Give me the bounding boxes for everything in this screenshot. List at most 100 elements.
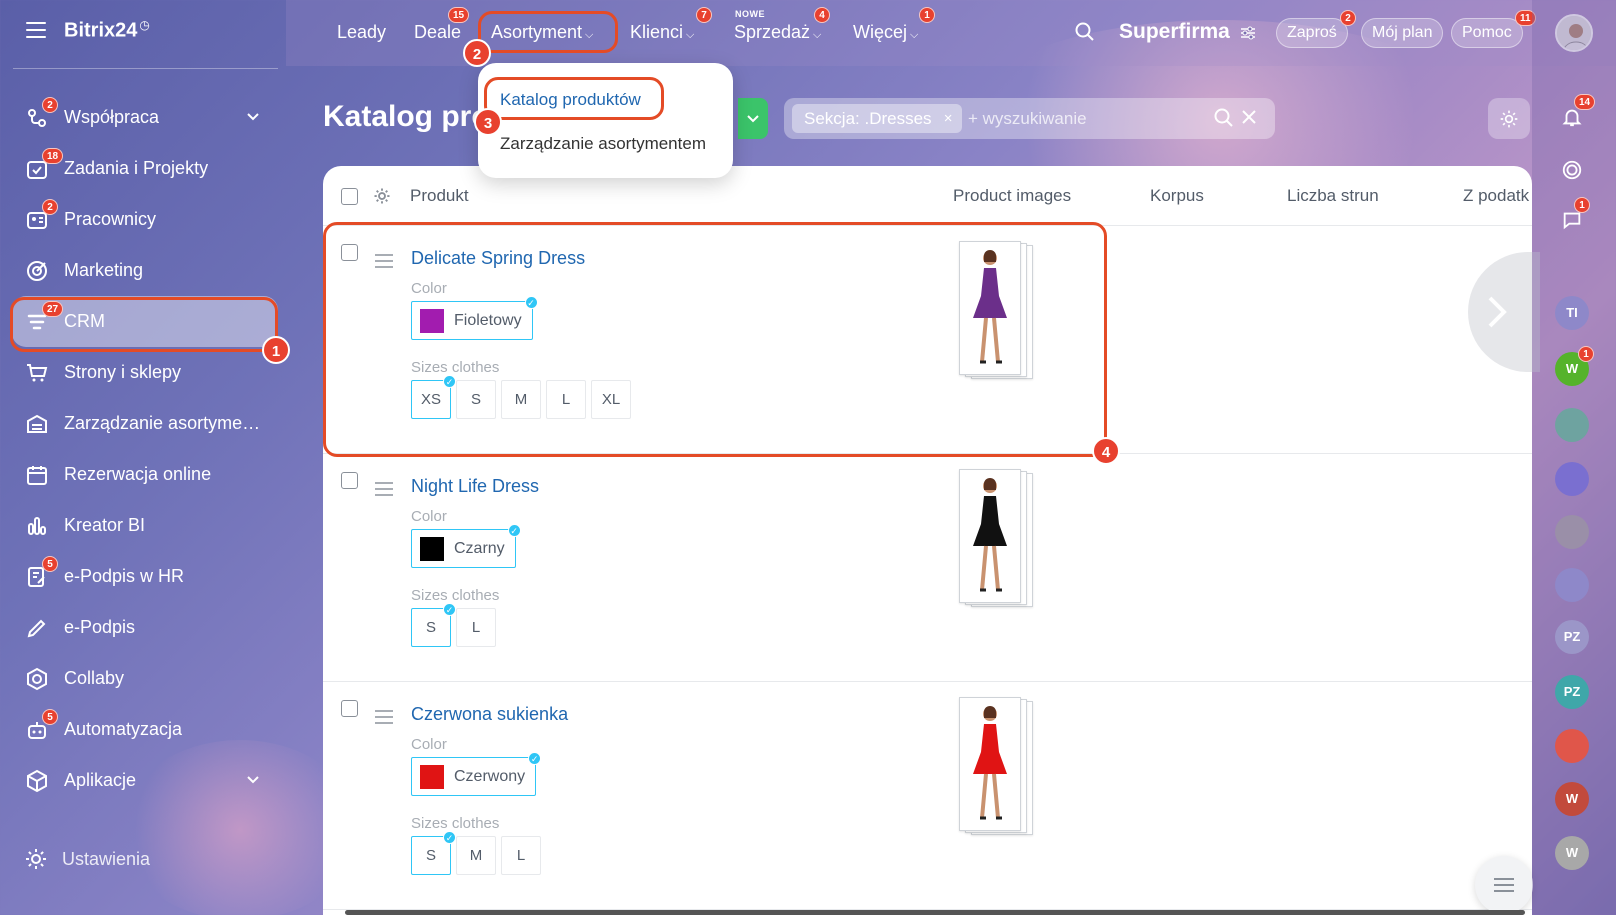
- search-icon[interactable]: [1214, 108, 1234, 133]
- my-plan-button[interactable]: Mój plan: [1361, 18, 1444, 48]
- activity-stream-icon[interactable]: [1555, 153, 1589, 187]
- row-checkbox[interactable]: [341, 244, 358, 261]
- invite-button[interactable]: Zaproś: [1276, 18, 1348, 48]
- chevron-down-icon[interactable]: [246, 773, 260, 792]
- column-header-body[interactable]: Korpus: [1150, 186, 1204, 206]
- sidebar-item-pracownicy[interactable]: Pracownicy 2: [12, 194, 278, 245]
- sidebar-item-rezerwacja-online[interactable]: Rezerwacja online: [12, 449, 278, 500]
- search-input[interactable]: [968, 104, 1198, 133]
- chat-avatar[interactable]: [1555, 462, 1589, 496]
- nav-tab-więcej[interactable]: Więcej ⌵: [853, 22, 918, 43]
- chat-avatar[interactable]: TI: [1555, 296, 1589, 330]
- sidebar-item-e-podpis-w-hr[interactable]: e-Podpis w HR 5: [12, 551, 278, 602]
- chat-avatar[interactable]: W: [1555, 782, 1589, 816]
- sidebar-item-zadania-i-projekty[interactable]: Zadania i Projekty 18: [12, 143, 278, 194]
- chat-avatar[interactable]: [1555, 568, 1589, 602]
- rail-badge: 1: [1574, 197, 1590, 213]
- sizes-label: Sizes clothes: [411, 359, 500, 376]
- add-dropdown-button[interactable]: [738, 98, 768, 139]
- chat-avatar[interactable]: [1555, 729, 1589, 763]
- sidebar-item-e-podpis[interactable]: e-Podpis: [12, 602, 278, 653]
- filter-chip-section[interactable]: Sekcja: .Dresses ×: [792, 104, 962, 133]
- app-logo[interactable]: Bitrix24 ◷: [64, 18, 150, 43]
- size-chip[interactable]: S ✓: [411, 831, 456, 875]
- product-image[interactable]: [957, 469, 1037, 609]
- product-image[interactable]: [957, 241, 1037, 381]
- sidebar-item-współpraca[interactable]: Współpraca 2: [12, 92, 278, 143]
- product-image[interactable]: [957, 697, 1037, 837]
- menu-item-product-catalog[interactable]: Katalog produktów: [500, 90, 641, 110]
- clear-icon[interactable]: [1240, 108, 1258, 131]
- drag-handle-icon[interactable]: [375, 710, 393, 724]
- list-menu-button[interactable]: [1475, 856, 1533, 914]
- right-rail: [1532, 0, 1616, 915]
- cart-icon: [24, 360, 50, 386]
- column-header-strings[interactable]: Liczba strun: [1287, 186, 1379, 206]
- chat-avatar[interactable]: W: [1555, 836, 1589, 870]
- size-chip[interactable]: L: [546, 380, 586, 419]
- nav-tab-klienci[interactable]: Klienci ⌵: [630, 22, 694, 43]
- size-chip[interactable]: XS ✓: [411, 375, 456, 419]
- company-settings-icon[interactable]: [1240, 26, 1256, 45]
- sidebar-item-badge: 27: [42, 301, 64, 317]
- chat-avatar[interactable]: [1555, 515, 1589, 549]
- size-chip[interactable]: S ✓: [411, 603, 456, 647]
- sidebar-item-automatyzacja[interactable]: Automatyzacja 5: [12, 704, 278, 755]
- table-row[interactable]: Night Life Dress Color Czarny ✓ Sizes clothe…: [323, 454, 1532, 682]
- check-icon: ✓: [443, 831, 456, 844]
- sidebar-item-settings[interactable]: Ustawienia: [24, 847, 150, 871]
- company-name[interactable]: Superfirma: [1119, 20, 1230, 44]
- size-chip[interactable]: L: [456, 608, 496, 647]
- grid-settings-button[interactable]: [1488, 98, 1530, 139]
- sidebar-item-aplikacje[interactable]: Aplikacje: [12, 755, 278, 806]
- product-name-link[interactable]: Night Life Dress: [411, 476, 539, 497]
- chat-avatar[interactable]: PZ: [1555, 620, 1589, 654]
- sidebar-item-marketing[interactable]: Marketing: [12, 245, 278, 296]
- sidebar-item-crm[interactable]: CRM 27: [12, 296, 278, 347]
- row-checkbox[interactable]: [341, 700, 358, 717]
- size-chip[interactable]: L: [501, 836, 541, 875]
- sidebar-item-label: Zarządzanie asortymen...: [64, 413, 264, 433]
- column-header-product[interactable]: Produkt: [410, 186, 469, 206]
- drag-handle-icon[interactable]: [375, 482, 393, 496]
- sidebar-divider: [13, 68, 278, 69]
- row-checkbox[interactable]: [341, 472, 358, 489]
- column-header-tax[interactable]: Z podatk: [1463, 186, 1529, 206]
- size-chip[interactable]: M: [501, 380, 541, 419]
- help-button[interactable]: Pomoc: [1451, 18, 1523, 48]
- sidebar-item-zarządzanie-asortymen[interactable]: Zarządzanie asortymen...: [12, 398, 278, 449]
- color-chip[interactable]: Czerwony ✓: [411, 752, 542, 796]
- menu-item-inventory-management[interactable]: Zarządzanie asortymentem: [500, 134, 706, 154]
- nav-tab-sprzedaż[interactable]: Sprzedaż ⌵: [734, 22, 821, 43]
- chat-avatar[interactable]: [1555, 408, 1589, 442]
- product-name-link[interactable]: Czerwona sukienka: [411, 704, 568, 725]
- sidebar-item-label: e-Podpis w HR: [64, 566, 185, 586]
- color-chip[interactable]: Czarny ✓: [411, 524, 521, 568]
- check-icon: ✓: [528, 752, 542, 765]
- gear-icon[interactable]: [373, 187, 391, 205]
- horizontal-scrollbar[interactable]: [345, 910, 1525, 915]
- nav-tab-asortyment[interactable]: Asortyment ⌵: [491, 22, 593, 43]
- sidebar-item-badge: 18: [42, 148, 64, 164]
- menu-burger-icon[interactable]: [26, 22, 46, 39]
- drag-handle-icon[interactable]: [375, 254, 393, 268]
- filter-bar[interactable]: Sekcja: .Dresses ×: [784, 98, 1275, 139]
- nav-tab-leady[interactable]: Leady: [337, 22, 386, 43]
- sidebar-item-strony-i-sklepy[interactable]: Strony i sklepy: [12, 347, 278, 398]
- size-chip[interactable]: S: [456, 380, 496, 419]
- sidebar-item-kreator-bi[interactable]: Kreator BI: [12, 500, 278, 551]
- sidebar-item-collaby[interactable]: Collaby: [12, 653, 278, 704]
- close-icon[interactable]: ×: [944, 104, 953, 133]
- table-row[interactable]: Czerwona sukienka Color Czerwony ✓ Sizes clo…: [323, 682, 1532, 910]
- size-chip[interactable]: M: [456, 836, 496, 875]
- column-header-images[interactable]: Product images: [953, 186, 1071, 206]
- chat-avatar[interactable]: PZ: [1555, 675, 1589, 709]
- table-row[interactable]: Delicate Spring Dress Color Fioletowy ✓ Size…: [323, 226, 1532, 454]
- search-icon[interactable]: [1075, 22, 1095, 47]
- size-chip[interactable]: XL: [591, 380, 631, 419]
- nav-tab-deale[interactable]: Deale: [414, 22, 461, 43]
- color-chip[interactable]: Fioletowy ✓: [411, 296, 538, 340]
- chevron-down-icon[interactable]: [246, 110, 260, 129]
- select-all-checkbox[interactable]: [341, 188, 358, 205]
- product-name-link[interactable]: Delicate Spring Dress: [411, 248, 585, 269]
